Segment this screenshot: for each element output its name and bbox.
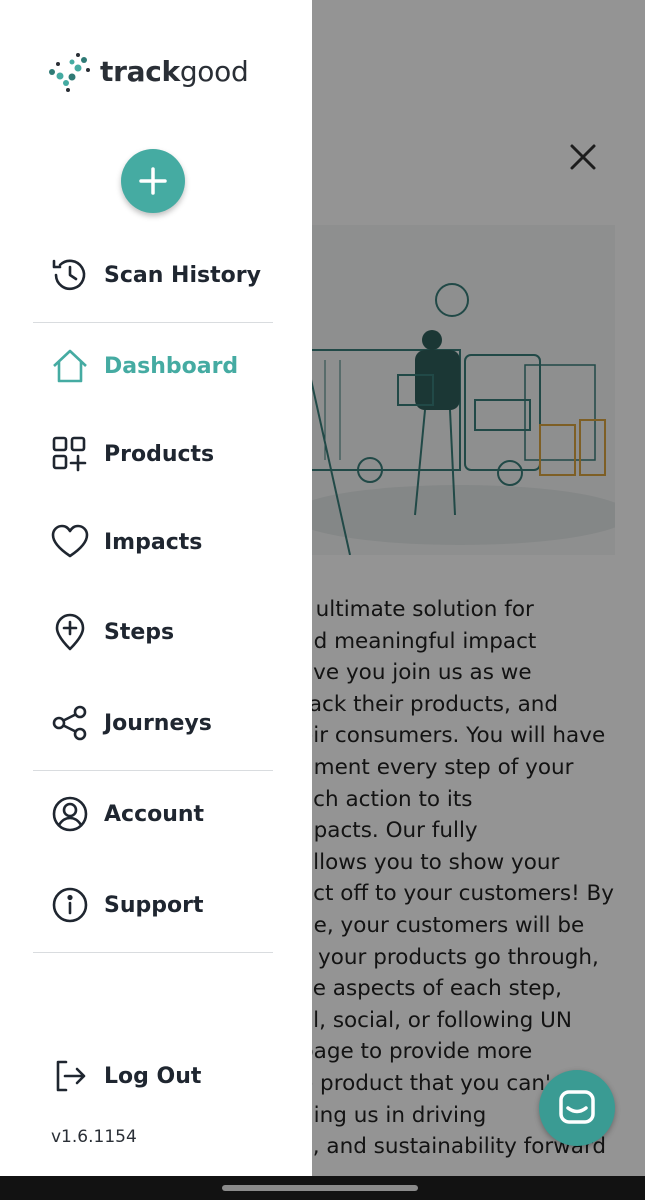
menu-item-scan-history[interactable]: Scan History	[50, 253, 261, 297]
user-circle-icon	[50, 794, 90, 834]
menu-divider	[33, 322, 273, 323]
navigation-drawer: trackgood Scan History Dashboard Product…	[0, 0, 312, 1176]
menu-label: Dashboard	[104, 353, 239, 379]
location-add-icon	[50, 612, 90, 652]
heart-icon	[50, 522, 90, 562]
menu-item-support[interactable]: Support	[50, 883, 203, 927]
menu-label: Support	[104, 892, 204, 918]
menu-item-impacts[interactable]: Impacts	[50, 520, 202, 564]
menu-label: Products	[104, 441, 215, 467]
menu-item-log-out[interactable]: Log Out	[50, 1054, 201, 1098]
history-icon	[50, 255, 90, 295]
menu-divider	[33, 770, 273, 771]
share-icon	[50, 703, 90, 743]
home-icon	[50, 346, 90, 386]
menu-item-steps[interactable]: Steps	[50, 610, 174, 654]
logo-mark-icon	[49, 53, 90, 92]
chat-button[interactable]	[539, 1070, 615, 1146]
menu-label: Log Out	[104, 1063, 202, 1089]
menu-item-products[interactable]: Products	[50, 432, 214, 476]
info-icon	[50, 885, 90, 925]
logout-icon	[50, 1056, 90, 1096]
menu-label: Steps	[104, 619, 175, 645]
chat-icon	[559, 1090, 595, 1124]
menu-item-journeys[interactable]: Journeys	[50, 701, 212, 745]
app-version: v1.6.1154	[51, 1127, 137, 1147]
menu-divider	[33, 952, 273, 953]
menu-label: Impacts	[104, 529, 203, 555]
menu-label: Journeys	[104, 710, 212, 736]
grid-add-icon	[50, 434, 90, 474]
logo-wordmark: trackgood	[100, 54, 249, 88]
menu-label: Account	[104, 801, 205, 827]
home-indicator[interactable]	[222, 1185, 418, 1191]
add-button[interactable]	[121, 149, 185, 213]
menu-label: Scan History	[104, 262, 261, 288]
menu-item-account[interactable]: Account	[50, 792, 204, 836]
menu-item-dashboard[interactable]: Dashboard	[50, 344, 238, 388]
plus-icon	[139, 167, 167, 195]
trackgood-logo: trackgood	[48, 50, 249, 92]
